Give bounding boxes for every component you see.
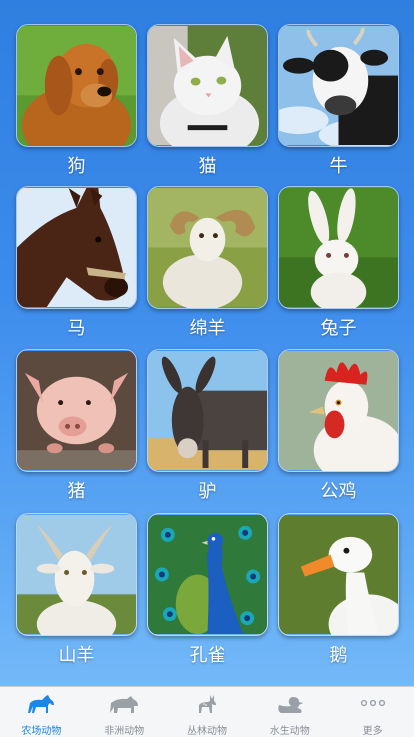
deer-icon [198,695,216,713]
tab-label: 非洲动物 [104,726,145,737]
animal-label: 狗 [67,156,86,177]
dog-photo[interactable] [16,24,137,147]
animal-label: 孔雀 [189,645,226,666]
animal-grid: 狗 猫 牛 马 绵羊 兔子 猪 驴 公鸡 山羊 孔雀 鹅 [0,0,414,686]
rhino-icon [110,696,139,713]
animal-label: 鹅 [329,645,348,666]
animal-card-sheep[interactable]: 绵羊 [147,186,268,339]
tab-more[interactable]: 更多 [331,687,414,737]
animal-card-goat[interactable]: 山羊 [16,513,137,666]
horse-icon [28,695,55,713]
animal-label: 牛 [329,156,348,177]
animal-card-peacock[interactable]: 孔雀 [147,513,268,666]
tab-bar: 农场动物 非洲动物 丛林动物 水生动物 更多 [0,686,414,737]
donkey-photo[interactable] [147,349,268,472]
animal-card-cow[interactable]: 牛 [278,24,399,177]
tab-label: 农场动物 [21,726,62,737]
animal-card-dog[interactable]: 狗 [16,24,137,177]
rabbit-photo[interactable] [278,186,399,309]
animal-label: 驴 [198,481,217,502]
duck-icon [278,697,303,713]
animal-card-goose[interactable]: 鹅 [278,513,399,666]
goat-photo[interactable] [16,513,137,636]
animal-card-pig[interactable]: 猪 [16,349,137,502]
animal-card-donkey[interactable]: 驴 [147,349,268,502]
tab-farm-animals[interactable]: 农场动物 [0,687,83,737]
animal-label: 绵羊 [189,318,226,339]
rooster-photo[interactable] [278,349,399,472]
tab-label: 更多 [362,726,383,737]
tab-jungle-animals[interactable]: 丛林动物 [166,687,249,737]
horse-photo[interactable] [16,186,137,309]
cat-photo[interactable] [147,24,268,147]
animal-card-rooster[interactable]: 公鸡 [278,349,399,502]
pig-photo[interactable] [16,349,137,472]
animal-label: 公鸡 [320,481,357,502]
cow-photo[interactable] [278,24,399,147]
more-dots-icon [360,699,385,707]
tab-african-animals[interactable]: 非洲动物 [83,687,166,737]
goose-photo[interactable] [278,513,399,636]
tab-label: 丛林动物 [186,726,227,737]
tab-aquatic-animals[interactable]: 水生动物 [248,687,331,737]
animal-label: 山羊 [58,645,95,666]
animal-label: 猫 [198,156,217,177]
animal-card-cat[interactable]: 猫 [147,24,268,177]
animal-card-horse[interactable]: 马 [16,186,137,339]
sheep-photo[interactable] [147,186,268,309]
animal-card-rabbit[interactable]: 兔子 [278,186,399,339]
animal-label: 兔子 [320,318,357,339]
tab-label: 水生动物 [269,726,310,737]
animal-label: 猪 [67,481,86,502]
animal-label: 马 [67,318,86,339]
peacock-photo[interactable] [147,513,268,636]
